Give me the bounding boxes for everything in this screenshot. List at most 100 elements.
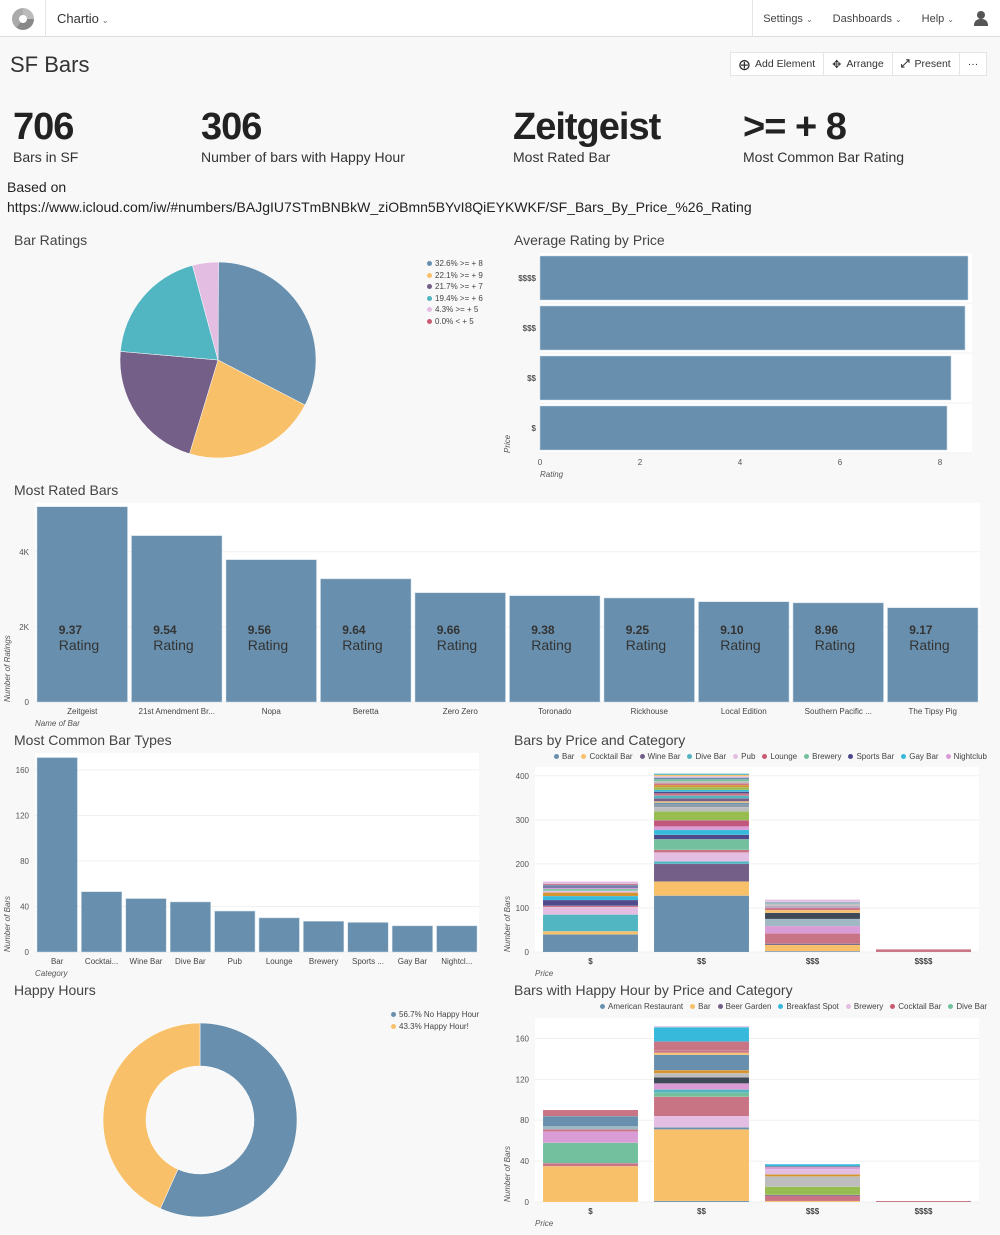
legend-item[interactable]: 32.6% >= + 8 — [427, 258, 483, 270]
legend-item[interactable]: Brewery — [804, 752, 841, 761]
legend-item[interactable]: 22.1% >= + 9 — [427, 270, 483, 282]
present-button[interactable]: ⤢ Present — [893, 53, 960, 75]
x-axis-label: Price — [535, 1219, 554, 1228]
stack-segment — [653, 777, 750, 780]
happy-hours-legend: 56.7% No Happy Hour 43.3% Happy Hour! — [391, 1009, 479, 1032]
y-axis-label: Number of Ratings — [3, 635, 12, 702]
stack-segment — [764, 1174, 861, 1177]
stack-segment — [764, 1166, 861, 1168]
source-url[interactable]: https://www.icloud.com/iw/#numbers/BAJgI… — [7, 197, 752, 217]
kpi-value: 306 — [201, 106, 262, 148]
y-tick-label: 4K — [19, 548, 29, 557]
stack-segment — [653, 784, 750, 788]
stack-segment — [542, 931, 639, 935]
bar-data-label: 9.17 — [909, 623, 933, 637]
nav-help[interactable]: Help ⌄ — [922, 13, 954, 25]
legend-item[interactable]: 0.0% < + 5 — [427, 316, 483, 328]
legend-item[interactable]: Brewery — [845, 1002, 883, 1011]
stack-segment — [764, 1169, 861, 1175]
bar-data-label-suffix: Rating — [342, 637, 382, 653]
stack-segment — [542, 934, 639, 953]
y-tick-label: 80 — [520, 1116, 529, 1125]
add-element-button[interactable]: ⨁ Add Element — [731, 53, 825, 75]
x-axis-label: Name of Bar — [35, 719, 80, 728]
stack-segment — [764, 912, 861, 920]
bar-data-label-suffix: Rating — [720, 637, 760, 653]
legend-item[interactable]: Lounge — [762, 752, 797, 761]
bar-ratings-pie-chart — [119, 261, 317, 459]
legend-item[interactable]: Sports Bar — [848, 752, 894, 761]
legend-item[interactable]: Nightclub — [945, 752, 987, 761]
arrange-button[interactable]: ✥ Arrange — [824, 53, 893, 75]
nav-settings[interactable]: Settings ⌄ — [763, 13, 812, 25]
x-tick-label: The Tipsy Pig — [909, 707, 957, 716]
legend-item[interactable]: 56.7% No Happy Hour — [391, 1009, 479, 1021]
stack-segment — [653, 1115, 750, 1128]
x-tick-label: $$$$ — [915, 1207, 933, 1216]
kpi-label: Bars in SF — [13, 149, 79, 165]
kpi-label: Most Common Bar Rating — [743, 149, 905, 165]
x-axis-label: Price — [535, 969, 554, 978]
legend-item[interactable]: 4.3% >= + 5 — [427, 304, 483, 316]
most-common-bar-types-chart: 0 40 80 120 160 Bar Cocktai... Wine Bar Dive Bar… — [3, 753, 479, 978]
x-tick-label: $$ — [697, 1207, 706, 1216]
stack-segment — [653, 1069, 750, 1074]
legend-label: Gay Bar — [909, 752, 939, 761]
y-tick-label: 400 — [516, 772, 530, 781]
stack-segment — [653, 1077, 750, 1084]
legend-item[interactable]: Dive Bar — [687, 752, 726, 761]
legend-item[interactable]: Beer Garden — [717, 1002, 771, 1011]
bar-data-label: 9.37 — [59, 623, 83, 637]
x-tick-label: $$ — [697, 957, 706, 966]
legend-item[interactable]: Gay Bar — [901, 752, 939, 761]
x-tick-label: Local Edition — [721, 707, 767, 716]
legend-item[interactable]: Breakfast Spot — [778, 1002, 839, 1011]
legend-label: Cocktail Bar — [589, 752, 633, 761]
legend-item[interactable]: Bar — [554, 752, 574, 761]
stack-segment — [764, 899, 861, 902]
stack-segment — [542, 1109, 639, 1117]
stack-segment — [542, 883, 639, 886]
legend-item[interactable]: Cocktail Bar — [581, 752, 633, 761]
legend-item[interactable]: 43.3% Happy Hour! — [391, 1021, 479, 1033]
panel-title-bar-ratings: Bar Ratings — [14, 232, 88, 248]
legend-swatch — [733, 754, 739, 759]
chartio-logo-icon[interactable] — [0, 0, 46, 37]
stack-segment — [653, 791, 750, 794]
stack-segment — [653, 863, 750, 882]
nav-dashboards[interactable]: Dashboards ⌄ — [833, 13, 902, 25]
org-switcher[interactable]: Chartio ⌄ — [57, 11, 109, 26]
stack-segment — [653, 1052, 750, 1055]
chevron-down-icon: ⌄ — [101, 16, 109, 25]
kpi-value: 706 — [13, 106, 74, 148]
legend-item[interactable]: Dive Bar — [948, 1002, 987, 1011]
legend-item[interactable]: American Restaurant — [600, 1002, 683, 1011]
legend-swatch — [901, 754, 907, 759]
stack-segment — [542, 1131, 639, 1143]
stack-segment — [653, 793, 750, 796]
x-tick-label: Gay Bar — [398, 957, 428, 966]
legend-item[interactable]: Bar — [690, 1002, 711, 1011]
stack-segment — [542, 884, 639, 887]
legend-item[interactable]: 21.7% >= + 7 — [427, 281, 483, 293]
legend-item[interactable]: 19.4% >= + 6 — [427, 293, 483, 305]
x-tick-label: $$$ — [806, 957, 820, 966]
bar — [539, 355, 952, 401]
x-tick-label: Nightcl... — [441, 957, 472, 966]
stack-segment — [764, 1195, 861, 1202]
legend-swatch — [945, 754, 951, 759]
bar-ratings-legend: 32.6% >= + 8 22.1% >= + 9 21.7% >= + 7 19.4… — [427, 258, 483, 327]
legend-item[interactable]: Cocktail Bar — [890, 1002, 941, 1011]
stack-segment — [875, 1200, 972, 1203]
kpi-value: Zeitgeist — [513, 106, 661, 148]
stack-segment — [653, 1096, 750, 1117]
kpi-label: Number of bars with Happy Hour — [201, 149, 405, 165]
legend-label: 0.0% < + 5 — [435, 316, 474, 326]
legend-item[interactable]: Pub — [733, 752, 755, 761]
fullscreen-icon: ⤢ — [900, 57, 910, 70]
legend-item[interactable]: Wine Bar — [639, 752, 680, 761]
user-icon[interactable] — [974, 10, 988, 27]
top-navigation-bar: Chartio ⌄ Settings ⌄ Dashboards ⌄ Help ⌄ — [0, 0, 1000, 37]
more-options-button[interactable]: ··· — [960, 53, 987, 75]
stack-segment — [653, 1083, 750, 1090]
